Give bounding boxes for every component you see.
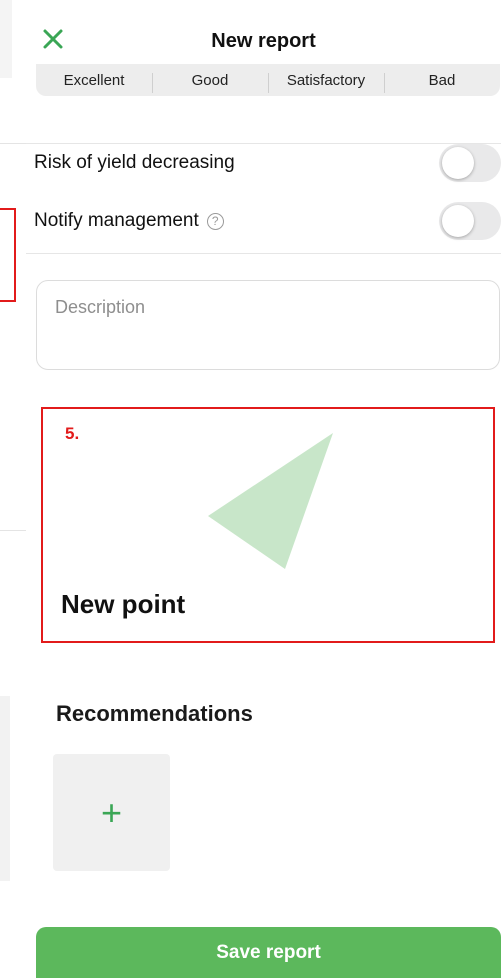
description-input[interactable] — [55, 297, 481, 353]
rating-segmented-control: Excellent Good Satisfactory Bad — [36, 64, 500, 96]
background-divider — [0, 143, 26, 144]
risk-of-yield-text: Risk of yield decreasing — [34, 152, 235, 173]
plus-icon: + — [100, 791, 123, 833]
sheet-header: New report — [26, 0, 501, 64]
risk-of-yield-row: Risk of yield decreasing — [34, 143, 501, 183]
background-screen-edge — [0, 0, 26, 978]
rating-option-excellent[interactable]: Excellent — [36, 72, 152, 89]
notify-management-toggle[interactable] — [439, 202, 501, 240]
new-point-title: New point — [61, 589, 186, 619]
add-recommendation-button[interactable]: + — [53, 754, 170, 871]
rating-option-good[interactable]: Good — [152, 72, 268, 93]
notify-management-row: Notify management ? — [34, 201, 501, 241]
recommendations-title: Recommendations — [56, 701, 253, 726]
annotation-highlight-box: 5. New point — [41, 407, 495, 643]
description-field — [36, 280, 500, 370]
toggle-knob — [442, 147, 474, 179]
notify-management-text: Notify management — [34, 210, 199, 231]
rating-option-bad[interactable]: Bad — [384, 72, 500, 93]
step-number: 5. — [65, 424, 80, 443]
new-point-shape[interactable] — [203, 431, 335, 571]
notify-management-label: Notify management ? — [34, 210, 224, 232]
page-title: New report — [211, 30, 316, 52]
section-divider — [26, 253, 501, 254]
risk-of-yield-toggle[interactable] — [439, 144, 501, 182]
background-panel — [0, 0, 12, 78]
background-highlight-box — [0, 208, 16, 302]
background-divider — [0, 530, 26, 531]
triangle-polygon-icon — [208, 433, 333, 569]
rating-option-satisfactory[interactable]: Satisfactory — [268, 72, 384, 93]
app-screen: New report Excellent Good Satisfactory B… — [0, 0, 501, 978]
question-circle-icon[interactable]: ? — [206, 212, 224, 230]
new-report-sheet: New report Excellent Good Satisfactory B… — [26, 0, 501, 978]
save-report-button[interactable]: Save report — [36, 927, 501, 978]
risk-of-yield-label: Risk of yield decreasing — [34, 152, 235, 174]
background-panel — [0, 696, 10, 881]
toggle-knob — [442, 205, 474, 237]
